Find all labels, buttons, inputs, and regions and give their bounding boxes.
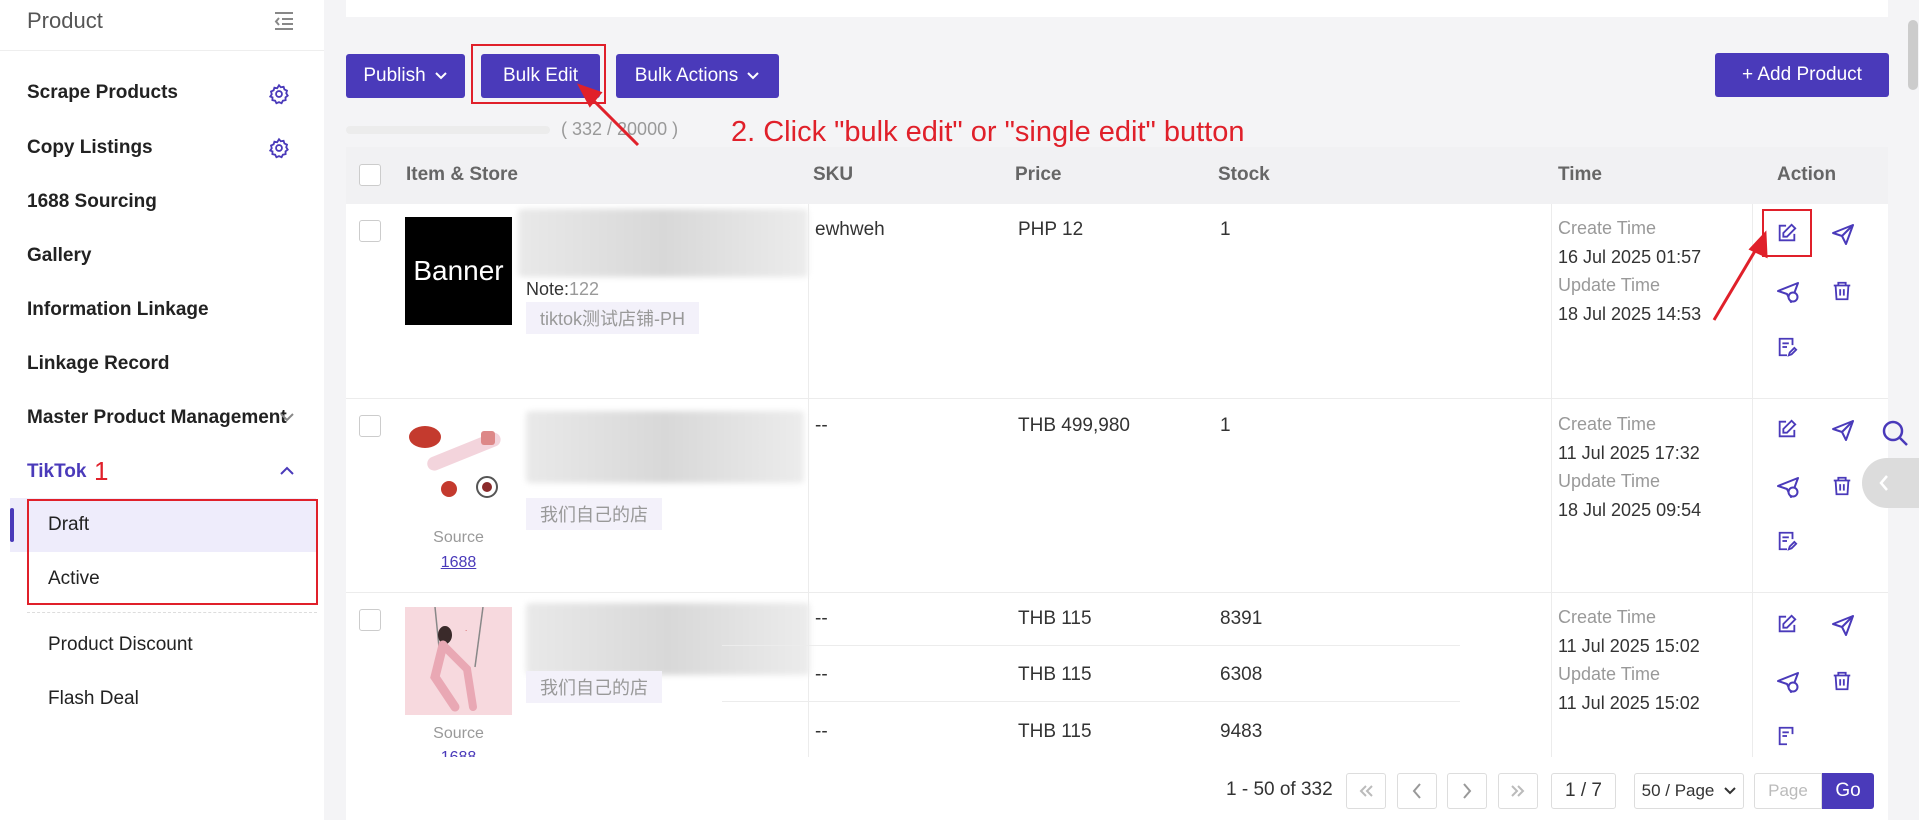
annotation-arrows (576, 83, 1768, 321)
